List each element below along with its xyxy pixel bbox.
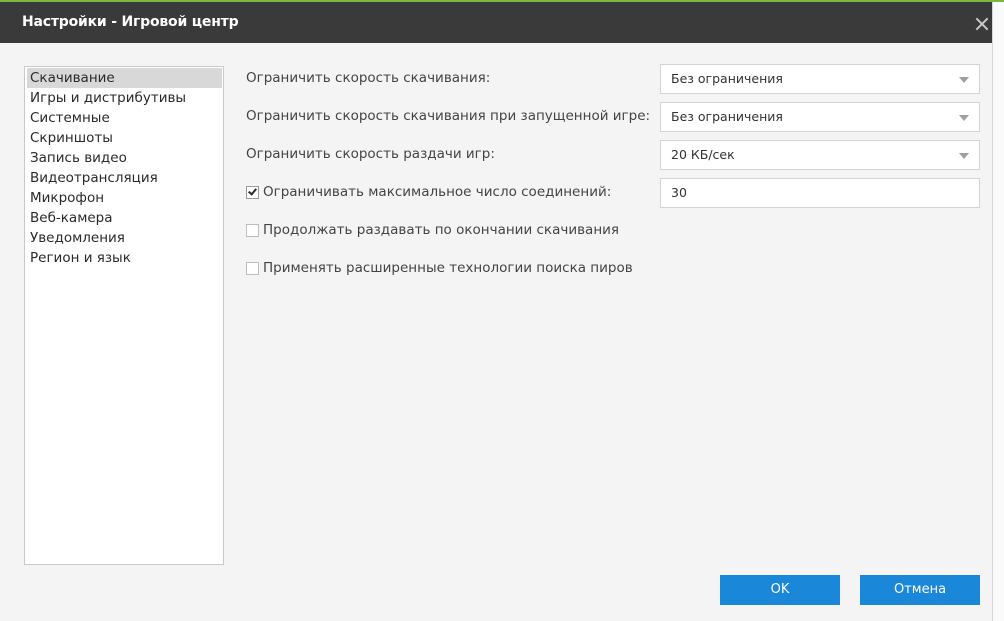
seed-limit-select[interactable]: 20 КБ/сек — [660, 140, 980, 170]
sidebar-item-region-language[interactable]: Регион и язык — [27, 248, 222, 268]
max-connections-input[interactable]: 30 — [660, 178, 980, 208]
title-bar: Настройки - Игровой центр — [0, 2, 992, 43]
sidebar-item-webcam[interactable]: Веб-камера — [27, 208, 222, 228]
checkbox-box[interactable] — [246, 186, 259, 199]
cancel-button[interactable]: Отмена — [860, 575, 980, 605]
sidebar-item-screenshots[interactable]: Скриншоты — [27, 128, 222, 148]
sidebar-item-games[interactable]: Игры и дистрибутивы — [27, 88, 222, 108]
chevron-down-icon — [959, 153, 969, 159]
checkbox-box[interactable] — [246, 262, 259, 275]
ok-button[interactable]: OK — [720, 575, 840, 605]
advanced-peer-search-label: Применять расширенные технологии поиска … — [263, 260, 633, 276]
download-limit-ingame-value: Без ограничения — [671, 109, 783, 124]
chevron-down-icon — [959, 77, 969, 83]
window-edge — [992, 2, 1004, 621]
sidebar-item-download[interactable]: Скачивание — [27, 68, 222, 88]
sidebar-item-video-recording[interactable]: Запись видео — [27, 148, 222, 168]
chevron-down-icon — [959, 115, 969, 121]
continue-seeding-label: Продолжать раздавать по окончании скачив… — [263, 222, 620, 238]
check-icon — [248, 186, 257, 196]
window-title: Настройки - Игровой центр — [22, 14, 239, 30]
seed-limit-label: Ограничить скорость раздачи игр: — [246, 146, 495, 162]
max-connections-label: Ограничивать максимальное число соединен… — [263, 184, 612, 200]
continue-seeding-checkbox[interactable]: Продолжать раздавать по окончании скачив… — [246, 222, 619, 240]
sidebar-item-microphone[interactable]: Микрофон — [27, 188, 222, 208]
sidebar-item-notifications[interactable]: Уведомления — [27, 228, 222, 248]
checkbox-box[interactable] — [246, 224, 259, 237]
advanced-peer-search-checkbox[interactable]: Применять расширенные технологии поиска … — [246, 260, 633, 278]
max-connections-checkbox[interactable]: Ограничивать максимальное число соединен… — [246, 184, 611, 202]
download-limit-label: Ограничить скорость скачивания: — [246, 70, 491, 86]
sidebar-item-system[interactable]: Системные — [27, 108, 222, 128]
seed-limit-value: 20 КБ/сек — [671, 147, 735, 162]
settings-window: Настройки - Игровой центр Скачивание Игр… — [0, 0, 1004, 621]
download-limit-ingame-select[interactable]: Без ограничения — [660, 102, 980, 132]
download-limit-value: Без ограничения — [671, 71, 783, 86]
download-limit-select[interactable]: Без ограничения — [660, 64, 980, 94]
sidebar-item-streaming[interactable]: Видеотрансляция — [27, 168, 222, 188]
settings-sidebar: Скачивание Игры и дистрибутивы Системные… — [24, 66, 224, 565]
download-limit-ingame-label: Ограничить скорость скачивания при запущ… — [246, 108, 651, 124]
